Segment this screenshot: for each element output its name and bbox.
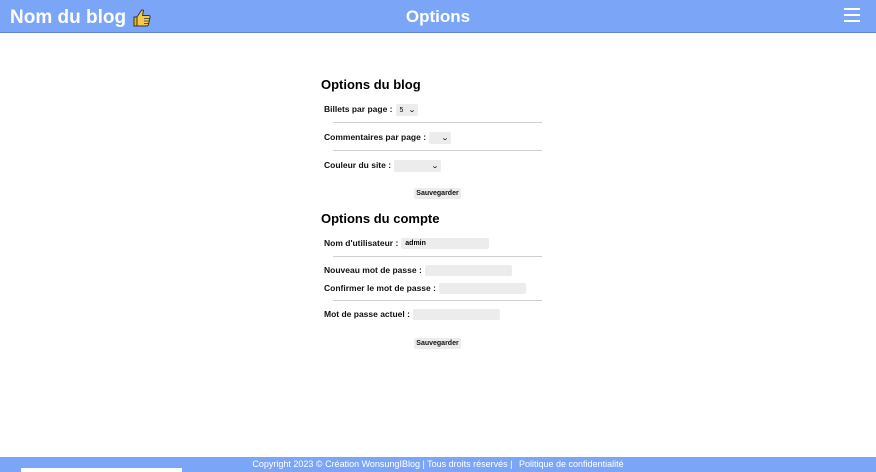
current-password-row: Mot de passe actuel : xyxy=(324,307,500,320)
username-row: Nom d'utilisateur : admin xyxy=(324,236,490,249)
new-password-label: Nouveau mot de passe : xyxy=(324,264,422,275)
blog-name[interactable]: Nom du blog xyxy=(10,7,126,29)
site-color-row: Couleur du site : ⌄ xyxy=(324,157,442,172)
posts-per-page-row: Billets par page : 5 ⌄ xyxy=(324,102,418,116)
chevron-down-icon: ⌄ xyxy=(440,134,450,142)
confirm-password-input[interactable] xyxy=(438,283,526,294)
chevron-down-icon: ⌄ xyxy=(431,162,440,170)
blog-options-title: Options du blog xyxy=(321,77,421,92)
divider xyxy=(333,300,542,301)
username-label: Nom d'utilisateur : xyxy=(324,237,399,248)
privacy-policy-link[interactable]: Politique de confidentialité xyxy=(519,459,624,469)
site-color-label: Couleur du site : xyxy=(324,159,392,170)
comments-per-page-select[interactable]: ⌄ xyxy=(429,132,452,144)
save-blog-options-button[interactable]: Sauvegarder xyxy=(414,188,461,199)
chevron-down-icon: ⌄ xyxy=(407,106,416,114)
new-password-row: Nouveau mot de passe : xyxy=(324,263,512,276)
hamburger-menu-icon[interactable] xyxy=(844,8,860,25)
divider xyxy=(333,122,542,123)
current-password-input[interactable] xyxy=(412,309,500,320)
site-color-select[interactable]: ⌄ xyxy=(394,160,442,172)
footer-copyright: Copyright 2023 © Création WonsungIBlog |… xyxy=(252,459,513,469)
divider xyxy=(333,256,542,257)
current-password-label: Mot de passe actuel : xyxy=(324,308,410,319)
comments-per-page-label: Commentaires par page : xyxy=(324,132,427,142)
confirm-password-label: Confirmer le mot de passe : xyxy=(324,282,436,293)
username-input[interactable]: admin xyxy=(401,238,490,249)
posts-per-page-select[interactable]: 5 ⌄ xyxy=(395,104,418,116)
account-options-title: Options du compte xyxy=(321,211,440,226)
top-nav-bar: Nom du blog Options xyxy=(0,0,876,33)
comments-per-page-row: Commentaires par page : ⌄ xyxy=(324,130,452,144)
save-account-options-button[interactable]: Sauvegarder xyxy=(414,338,461,349)
posts-per-page-label: Billets par page : xyxy=(324,104,393,114)
confirm-password-row: Confirmer le mot de passe : xyxy=(324,281,526,294)
blog-brand[interactable]: Nom du blog xyxy=(10,7,152,29)
new-password-input[interactable] xyxy=(424,265,512,276)
posts-per-page-value: 5 xyxy=(399,106,404,114)
thumbs-up-icon xyxy=(133,9,151,27)
options-page: Nom du blog Options Options du blog Bill… xyxy=(0,0,876,472)
divider xyxy=(333,150,542,151)
footer-strip xyxy=(21,468,182,472)
